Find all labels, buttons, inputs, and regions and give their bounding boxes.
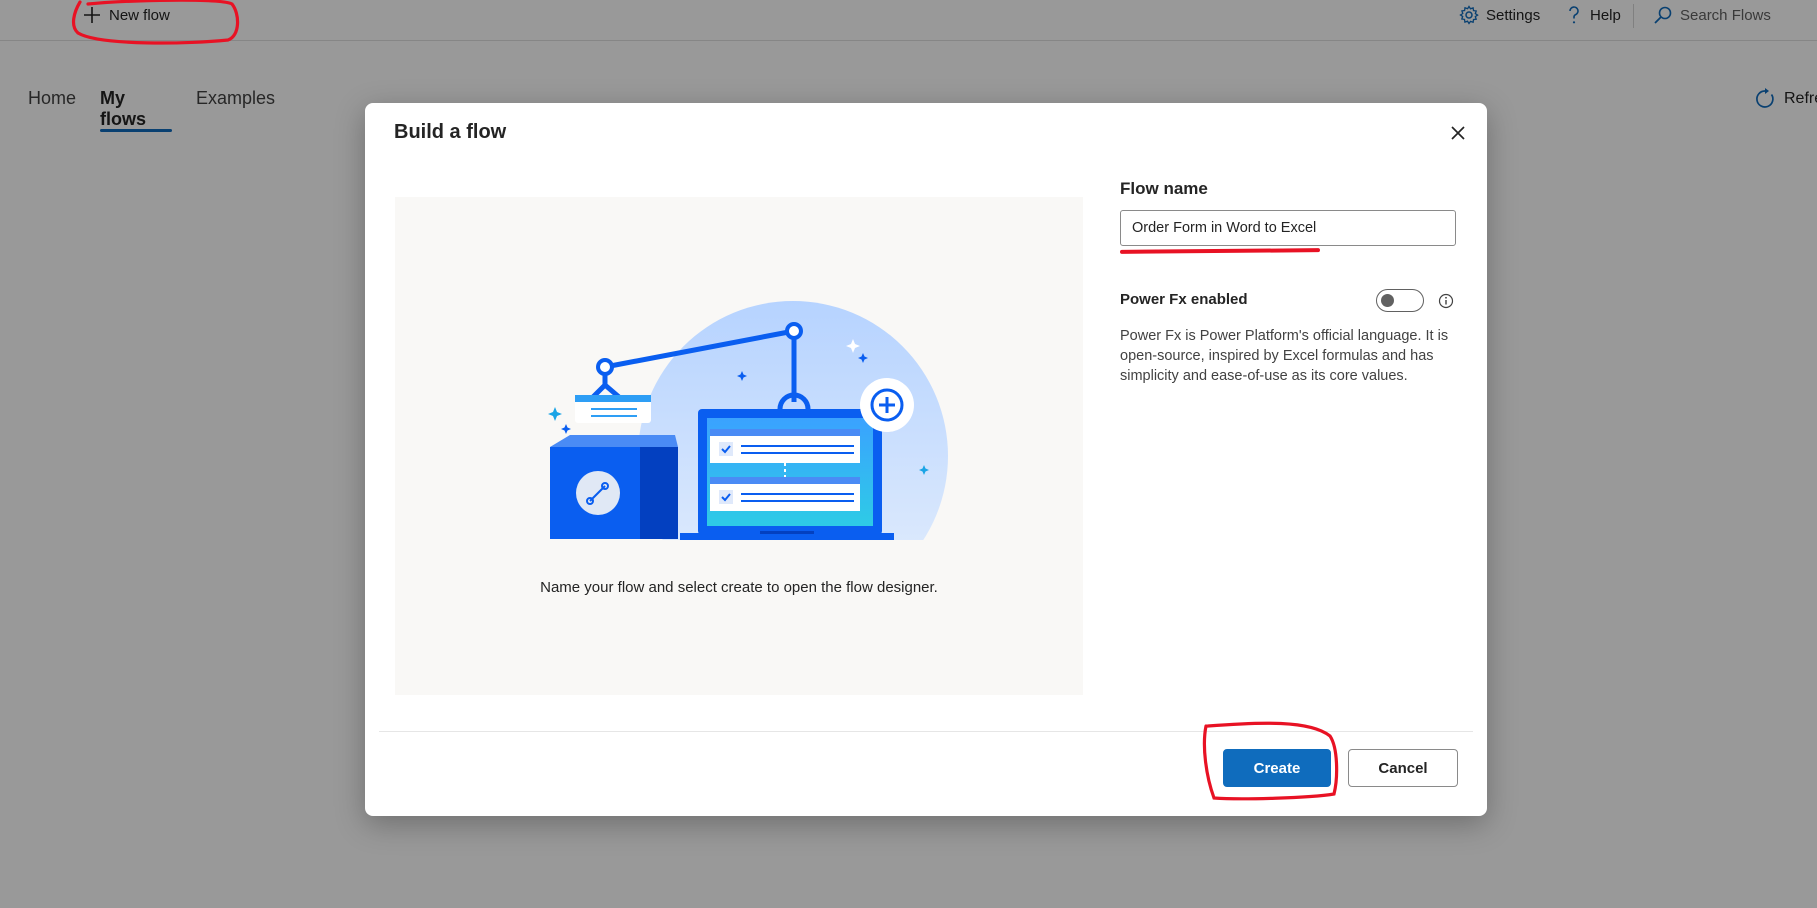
power-fx-label: Power Fx enabled (1120, 291, 1248, 308)
footer-divider (379, 731, 1473, 732)
build-flow-dialog: Build a flow Name your flow and select c… (365, 103, 1487, 816)
illustration-panel: Name your flow and select create to open… (395, 197, 1083, 695)
toggle-knob (1381, 294, 1394, 307)
annotation-underline-flow-name (1119, 248, 1321, 254)
info-icon[interactable] (1438, 293, 1454, 309)
cancel-button[interactable]: Cancel (1348, 749, 1458, 787)
power-fx-toggle[interactable] (1376, 289, 1424, 312)
flow-name-input[interactable] (1120, 210, 1456, 246)
create-button[interactable]: Create (1223, 749, 1331, 787)
illustration-caption: Name your flow and select create to open… (540, 579, 938, 596)
power-fx-description: Power Fx is Power Platform's official la… (1120, 328, 1449, 384)
flow-builder-illustration (535, 301, 955, 557)
flow-name-label: Flow name (1120, 179, 1208, 198)
dialog-title: Build a flow (394, 121, 507, 143)
close-button[interactable] (1446, 121, 1470, 145)
close-icon (1451, 126, 1465, 140)
